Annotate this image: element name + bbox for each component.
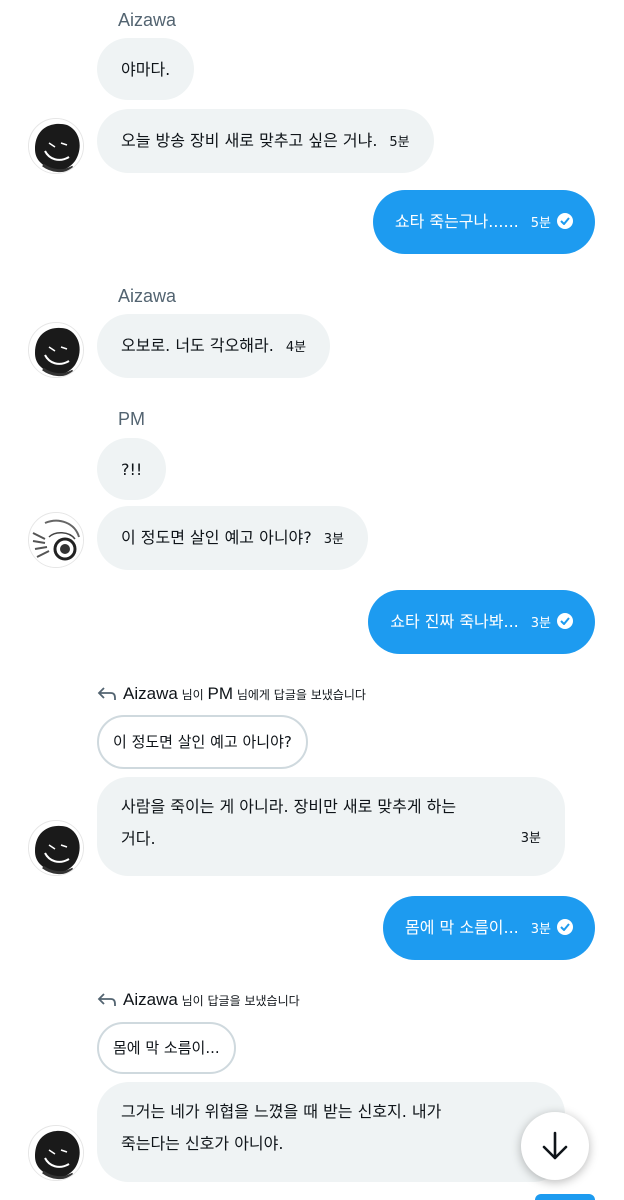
arrow-down-icon: [542, 1131, 568, 1160]
avatar-image: [29, 323, 83, 377]
message-text-line: 거다.: [121, 829, 156, 848]
check-circle-icon: [557, 613, 573, 629]
reply-arrow-icon: [97, 993, 116, 1006]
message-text-line: 그거는 네가 위협을 느꼈을 때 받는 신호지. 내가: [121, 1102, 442, 1121]
reply-arrow-icon: [97, 687, 116, 700]
avatar[interactable]: [28, 1125, 84, 1181]
quoted-text: 이 정도면 살인 예고 아니야?: [113, 733, 292, 751]
avatar[interactable]: [28, 322, 84, 378]
message-text: 몸에 막 소름이...: [405, 918, 519, 937]
quoted-message[interactable]: 몸에 막 소름이...: [97, 1022, 236, 1074]
message-time: 3분: [520, 831, 541, 846]
avatar-image: [29, 513, 83, 567]
message-text: ?!!: [121, 460, 143, 479]
message-bubble-incoming[interactable]: ?!!: [97, 438, 167, 500]
avatar[interactable]: [28, 820, 84, 876]
avatar-image: [29, 821, 83, 875]
check-circle-icon: [557, 919, 573, 935]
message-time: 5분: [530, 216, 551, 231]
message-bubble-outgoing[interactable]: 몸에 막 소름이... 3분: [383, 896, 595, 960]
reply-context: Aizawa 님이 PM 님에게 답글을 보냈습니다: [97, 684, 366, 704]
avatar[interactable]: [28, 512, 84, 568]
reply-text-suffix: 님에게 답글을 보냈습니다: [233, 688, 366, 702]
message-text-line: 사람을 죽이는 게 아니라. 장비만 새로 맞추게 하는: [121, 797, 457, 816]
message-bubble-incoming[interactable]: 그거는 네가 위협을 느꼈을 때 받는 신호지. 내가 죽는다는 신호가 아니야…: [97, 1082, 565, 1182]
sender-name: PM: [118, 409, 145, 429]
avatar[interactable]: [28, 118, 84, 174]
avatar-image: [29, 119, 83, 173]
quoted-text: 몸에 막 소름이...: [113, 1039, 220, 1057]
message-time: 3분: [530, 922, 551, 937]
message-bubble-incoming[interactable]: 이 정도면 살인 예고 아니야? 3분: [97, 506, 368, 570]
message-bubble-outgoing[interactable]: 쇼타 죽는구나...... 5분: [372, 190, 595, 254]
avatar-image: [29, 1126, 83, 1180]
message-bubble-outgoing[interactable]: 쇼타 진짜 죽나봐... 3분: [368, 590, 595, 654]
reply-author: Aizawa: [123, 990, 178, 1009]
reply-context: Aizawa 님이 답글을 보냈습니다: [97, 990, 300, 1010]
message-text: 쇼타 죽는구나......: [394, 212, 519, 231]
message-bubble-incoming[interactable]: 오보로. 너도 각오해라. 4분: [97, 314, 331, 378]
message-text: 쇼타 진짜 죽나봐...: [390, 612, 519, 631]
scroll-to-bottom-button[interactable]: [521, 1112, 589, 1180]
message-bubble-incoming[interactable]: 오늘 방송 장비 새로 맞추고 싶은 거냐. 5분: [97, 109, 434, 173]
message-text: 야마다.: [121, 60, 171, 79]
message-time: 3분: [530, 616, 551, 631]
message-time: 4분: [285, 340, 307, 355]
reply-text-mid: 님이: [177, 688, 208, 702]
message-text-line: 죽는다는 신호가 아니야.: [121, 1134, 284, 1153]
message-bubble-outgoing-partial[interactable]: [535, 1194, 595, 1200]
sender-name: Aizawa: [118, 10, 177, 30]
message-time: 3분: [323, 532, 344, 547]
reply-author: Aizawa: [123, 684, 178, 703]
message-text: 이 정도면 살인 예고 아니야?: [121, 528, 312, 547]
message-time: 5분: [389, 135, 410, 150]
message-text: 오늘 방송 장비 새로 맞추고 싶은 거냐.: [121, 131, 378, 150]
message-text: 오보로. 너도 각오해라.: [121, 336, 274, 355]
message-bubble-incoming[interactable]: 야마다.: [97, 38, 195, 100]
reply-text-suffix: 님이 답글을 보냈습니다: [177, 994, 300, 1008]
message-bubble-incoming[interactable]: 사람을 죽이는 게 아니라. 장비만 새로 맞추게 하는 거다. 3분: [97, 777, 565, 876]
sender-name: Aizawa: [118, 286, 177, 306]
reply-target: PM: [207, 684, 234, 703]
quoted-message[interactable]: 이 정도면 살인 예고 아니야?: [97, 715, 308, 769]
check-circle-icon: [557, 213, 573, 229]
